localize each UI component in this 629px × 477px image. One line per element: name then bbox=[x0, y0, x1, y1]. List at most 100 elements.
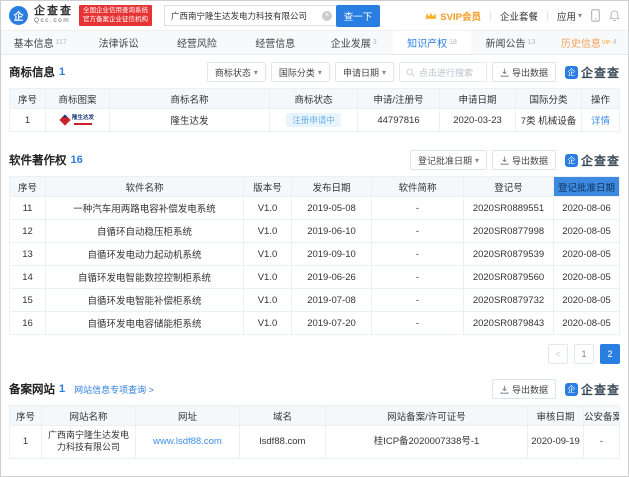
software-cell: 2020SR0879843 bbox=[463, 311, 554, 335]
col-class: 国际分类 bbox=[515, 88, 582, 109]
trademark-section-header: 商标信息 1 商标状态 国际分类 申请日期 点击进行搜索 导出数据 bbox=[9, 62, 620, 82]
trademark-count: 1 bbox=[59, 66, 66, 78]
qcc-logo-icon[interactable]: 企 bbox=[9, 6, 28, 25]
package-link[interactable]: 企业套餐 bbox=[500, 9, 538, 23]
export-label: 导出数据 bbox=[511, 67, 548, 78]
software-cell: 2020SR0879732 bbox=[463, 288, 554, 312]
tab-知识产权[interactable]: 知识产权 18 bbox=[392, 31, 472, 54]
detail-link[interactable]: 详情 bbox=[591, 116, 610, 127]
tab-label: 知识产权 bbox=[407, 39, 448, 50]
vip-badge: VIP bbox=[601, 39, 611, 46]
page-1-button[interactable]: 1 bbox=[574, 344, 594, 364]
trademark-status-filter[interactable]: 商标状态 bbox=[206, 62, 266, 82]
tab-历史信息[interactable]: 历史信息 VIP 4 bbox=[550, 31, 628, 54]
qcc-brand[interactable]: 企查查 Qcc.com bbox=[34, 6, 73, 24]
col-register-date[interactable]: 登记批准日期 bbox=[553, 176, 620, 197]
cell-domain: lsdf88.com bbox=[239, 425, 326, 459]
tab-经营信息[interactable]: 经营信息 bbox=[236, 31, 314, 54]
software-cell: 2019-05-08 bbox=[291, 196, 372, 220]
pagination: < 1 2 bbox=[9, 344, 620, 364]
software-cell: 16 bbox=[9, 311, 46, 335]
watermark-text: 企查查 bbox=[580, 153, 620, 168]
qcc-watermark: 企 企查查 bbox=[564, 381, 620, 398]
software-cell: 2019-07-20 bbox=[291, 311, 372, 335]
filter-label: 登记批准日期 bbox=[417, 155, 472, 166]
export-data-button[interactable]: 导出数据 bbox=[491, 150, 556, 170]
watermark-text: 企查查 bbox=[580, 65, 620, 80]
chevron-down-icon bbox=[578, 10, 582, 21]
search-icon bbox=[406, 68, 415, 77]
apps-menu[interactable]: 应用 bbox=[557, 9, 582, 23]
export-label: 导出数据 bbox=[511, 384, 548, 395]
prev-page-button[interactable]: < bbox=[548, 344, 568, 364]
col-index: 序号 bbox=[9, 88, 46, 109]
software-cell: 自循环发电智能补偿柜系统 bbox=[45, 288, 244, 312]
tab-新闻公告[interactable]: 新闻公告 13 bbox=[471, 31, 549, 54]
download-icon bbox=[500, 68, 509, 77]
table-search-input[interactable]: 点击进行搜索 bbox=[398, 62, 487, 82]
tab-count: 4 bbox=[612, 39, 617, 46]
software-cell: 2019-06-26 bbox=[291, 265, 372, 289]
software-cell: 15 bbox=[9, 288, 46, 312]
col-status: 商标状态 bbox=[269, 88, 358, 109]
software-section-header: 软件著作权 16 登记批准日期 导出数据 企 企查查 bbox=[9, 150, 620, 170]
software-cell: 一种汽车用两路电容补偿发电系统 bbox=[45, 196, 244, 220]
tab-label: 经营风险 bbox=[176, 39, 217, 50]
tab-label: 法律诉讼 bbox=[98, 39, 139, 50]
tab-count: 13 bbox=[527, 39, 536, 46]
software-table: 序号 软件名称 版本号 发布日期 软件简称 登记号 登记批准日期 11 一种汽车用… bbox=[9, 176, 620, 335]
apply-date-filter[interactable]: 申请日期 bbox=[334, 62, 394, 82]
software-cell: - bbox=[371, 265, 464, 289]
software-cell: 2019-06-10 bbox=[291, 219, 372, 243]
mobile-app-icon[interactable] bbox=[591, 9, 600, 22]
tab-基本信息[interactable]: 基本信息 117 bbox=[1, 31, 79, 54]
chevron-down-icon bbox=[475, 155, 479, 165]
col-police: 公安备案 bbox=[583, 405, 620, 426]
trademark-logo-bar bbox=[73, 122, 92, 125]
software-cell: 自循环发电智能数控控制柜系统 bbox=[45, 265, 244, 289]
software-tools: 登记批准日期 导出数据 企 企查查 bbox=[409, 150, 620, 170]
svip-link[interactable]: SVIP会员 bbox=[425, 9, 481, 23]
clear-icon[interactable]: × bbox=[322, 10, 332, 21]
website-table-header: 序号 网站名称 网址 域名 网站备案/许可证号 审核日期 公安备案 bbox=[9, 405, 620, 426]
search-button[interactable]: 查一下 bbox=[336, 4, 380, 27]
tab-label: 新闻公告 bbox=[485, 39, 526, 50]
page-2-button[interactable]: 2 bbox=[600, 344, 620, 364]
cell-logo[interactable]: 隆生达发 bbox=[45, 108, 110, 132]
trademark-row: 1 隆生达发 隆生达发 注册申请中 44797816 2020-03-23 7类… bbox=[9, 108, 620, 132]
software-cell: V1.0 bbox=[243, 311, 292, 335]
cell-action: 详情 bbox=[581, 108, 620, 132]
trademark-logo-text: 隆生达发 bbox=[71, 115, 94, 122]
export-data-button[interactable]: 导出数据 bbox=[491, 379, 556, 399]
software-cell: - bbox=[371, 288, 464, 312]
search-input[interactable] bbox=[164, 5, 336, 26]
trademark-emblem-icon bbox=[59, 114, 71, 126]
software-cell: 2020-08-05 bbox=[553, 288, 620, 312]
export-data-button[interactable]: 导出数据 bbox=[491, 62, 556, 82]
export-label: 导出数据 bbox=[511, 155, 548, 166]
col-register-no: 登记号 bbox=[463, 176, 554, 197]
tab-label: 历史信息 bbox=[560, 39, 601, 50]
software-row: 16 自循环发电电容储能柜系统 V1.0 2019-07-20-2020SR08798… bbox=[9, 311, 620, 335]
trademark-title: 商标信息 bbox=[9, 67, 55, 79]
cell-regno: 44797816 bbox=[357, 108, 440, 132]
tab-法律诉讼[interactable]: 法律诉讼 bbox=[79, 31, 157, 54]
intl-class-filter[interactable]: 国际分类 bbox=[270, 62, 330, 82]
trademark-table: 序号 商标图案 商标名称 商标状态 申请/注册号 申请日期 国际分类 操作 1 … bbox=[9, 88, 620, 132]
cell-status: 注册申请中 bbox=[269, 108, 358, 132]
qcc-watermark: 企 企查查 bbox=[564, 152, 620, 169]
notification-bell-icon[interactable] bbox=[609, 9, 620, 22]
qcc-window: 企 企查查 Qcc.com 全国企业信用查询系统 官方备案企业征信机构 × 查一… bbox=[0, 0, 629, 477]
website-query-link[interactable]: 网站信息专项查询 > bbox=[74, 383, 154, 396]
software-table-header: 序号 软件名称 版本号 发布日期 软件简称 登记号 登记批准日期 bbox=[9, 176, 620, 197]
software-cell: 2020SR0877998 bbox=[463, 219, 554, 243]
software-cell: 2020-08-05 bbox=[553, 219, 620, 243]
tab-企业发展[interactable]: 企业发展 3 bbox=[315, 31, 393, 54]
content: 商标信息 1 商标状态 国际分类 申请日期 点击进行搜索 导出数据 bbox=[1, 62, 628, 459]
tab-经营风险[interactable]: 经营风险 bbox=[158, 31, 236, 54]
register-date-filter[interactable]: 登记批准日期 bbox=[409, 150, 487, 170]
col-index: 序号 bbox=[9, 176, 46, 197]
divider bbox=[546, 10, 548, 21]
website-link[interactable]: www.lsdf88.com bbox=[153, 436, 222, 447]
software-cell: 11 bbox=[9, 196, 46, 220]
